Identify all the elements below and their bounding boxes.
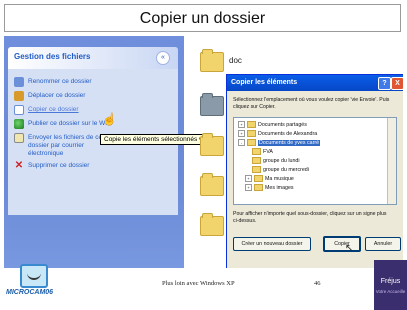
help-icon[interactable]: ? [378, 77, 391, 90]
copy-tooltip: Copie les éléments sélectionnés ve [100, 134, 210, 145]
copy-items-dialog: Copier les éléments ? X Sélectionnez l'e… [226, 74, 403, 268]
tree-item[interactable]: groupe du mercredi [252, 166, 309, 173]
tree-item[interactable]: groupe du lundi [252, 157, 300, 164]
folder-label-doc[interactable]: doc [229, 56, 242, 65]
copy-button[interactable]: Copier [323, 236, 361, 252]
folder-tree[interactable]: + Documents partagés + Documents de Alexan… [233, 117, 397, 205]
tree-item[interactable]: + Documents partagés [238, 121, 307, 128]
expand-plus-icon[interactable]: + [245, 175, 252, 182]
microcam-logo: MICROCAM06 [6, 262, 58, 300]
folder-icon [247, 130, 256, 137]
file-tasks-header[interactable]: Gestion des fichiers « [8, 47, 178, 69]
tree-item[interactable]: FVA [252, 148, 273, 155]
pointer-cursor-icon: ↖ [345, 243, 354, 254]
folder-icon[interactable] [200, 49, 224, 72]
task-label: Déplacer ce dossier [28, 92, 86, 99]
folder-icon [252, 166, 261, 173]
task-label: Renommer ce dossier [28, 78, 92, 85]
task-label: Copier ce dossier [28, 106, 79, 113]
tree-item[interactable]: + Documents de Alexandra [238, 130, 317, 137]
folder-icon [247, 121, 256, 128]
file-tasks-title: Gestion des fichiers [14, 52, 91, 61]
expand-plus-icon[interactable]: + [238, 121, 245, 128]
explorer-screenshot: Gestion des fichiers « Renommer ce dossi… [4, 36, 403, 268]
partner-tagline: Votre Accueille [375, 289, 406, 294]
collapse-chevron-icon[interactable]: « [156, 51, 170, 65]
dialog-title: Copier les éléments [231, 79, 298, 86]
move-icon [14, 91, 24, 101]
tree-scrollbar[interactable] [387, 118, 396, 204]
folder-icon [254, 184, 263, 191]
computer-mascot-icon [20, 264, 48, 288]
slide-title: Copier un dossier [4, 4, 401, 32]
expand-plus-icon[interactable]: + [238, 130, 245, 137]
frejus-logo: Fréjus Votre Accueille [374, 260, 407, 310]
logo-text: MICROCAM06 [6, 289, 54, 296]
tree-item[interactable]: + Ma musique [245, 175, 294, 182]
file-tasks-panel: Gestion des fichiers « Renommer ce dossi… [8, 47, 178, 215]
collapse-minus-icon[interactable]: - [238, 139, 245, 146]
web-icon [14, 119, 24, 129]
dialog-footnote: Pour afficher n'importe quel sous-dossie… [233, 211, 387, 224]
expand-plus-icon[interactable]: + [245, 184, 252, 191]
folder-icon [247, 139, 256, 146]
task-label: Publier ce dossier sur le Web [28, 120, 113, 127]
copy-icon [14, 105, 24, 115]
partner-name: Fréjus [380, 278, 401, 285]
tree-item[interactable]: + Mes images [245, 184, 294, 191]
task-pane: Gestion des fichiers « Renommer ce dossi… [4, 36, 184, 268]
footer-title: Plus loin avec Windows XP [162, 280, 235, 287]
dialog-titlebar[interactable]: Copier les éléments ? X [227, 75, 403, 91]
folder-icon[interactable] [200, 93, 224, 116]
folder-icon[interactable] [200, 133, 224, 156]
rename-icon [14, 77, 24, 87]
hand-cursor-icon: ☝ [102, 112, 117, 126]
folder-icon[interactable] [200, 173, 224, 196]
cancel-button[interactable]: Annuler [365, 237, 401, 251]
delete-icon: ✕ [14, 160, 24, 171]
task-label: Supprimer ce dossier [28, 162, 90, 169]
new-folder-button[interactable]: Créer un nouveau dossier [233, 237, 311, 251]
folder-icon [254, 175, 263, 182]
folder-icon [252, 157, 261, 164]
mail-icon [14, 133, 24, 143]
folder-icon[interactable] [200, 213, 224, 236]
page-number: 46 [314, 280, 321, 287]
folder-icon [252, 148, 261, 155]
close-icon[interactable]: X [391, 77, 403, 90]
dialog-instructions: Sélectionnez l'emplacement où vous voule… [233, 97, 390, 110]
tree-item-selected[interactable]: - Documents de yves carré [238, 139, 321, 146]
